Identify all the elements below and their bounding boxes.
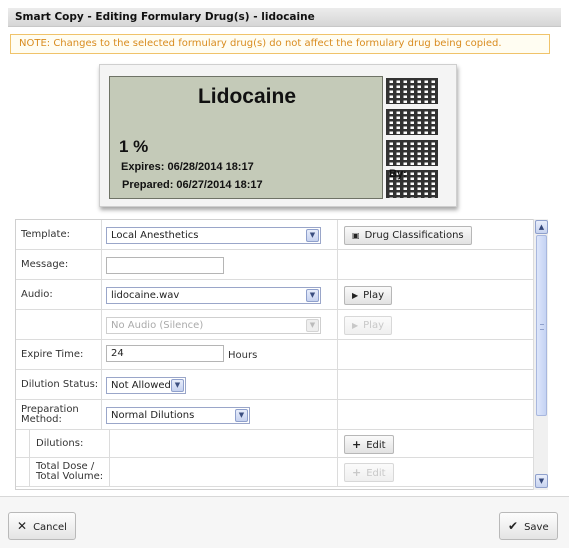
chevron-down-icon: ▼ <box>306 319 319 332</box>
smart-copy-dialog: Smart Copy - Editing Formulary Drug(s) -… <box>0 0 569 548</box>
row-audio-secondary: No Audio (Silence) ▼ ▶ Play <box>16 310 535 340</box>
dilution-status-label: Dilution Status: <box>16 370 102 399</box>
chevron-down-icon: ▼ <box>235 409 248 422</box>
play-secondary-button[interactable]: ▶ Play <box>344 316 393 335</box>
total-dose-edit-button[interactable]: + Edit <box>344 463 394 482</box>
preparation-method-select[interactable]: Normal Dilutions ▼ <box>106 407 250 424</box>
drug-form: Template: Local Anesthetics ▼ ▣ Drug Clas… <box>15 219 548 490</box>
dilutions-edit-button[interactable]: + Edit <box>344 435 394 454</box>
total-dose-label: Total Dose / Total Volume: <box>30 458 110 486</box>
x-icon: ✕ <box>17 519 28 533</box>
play-icon: ▶ <box>352 321 359 330</box>
dilution-status-select[interactable]: Not Allowed ▼ <box>106 377 186 394</box>
label-preview: Lidocaine 1 % Expires: 06/28/2014 18:17 … <box>99 64 457 207</box>
plus-icon: + <box>352 438 362 451</box>
template-select[interactable]: Local Anesthetics ▼ <box>106 227 321 244</box>
expire-time-label: Expire Time: <box>16 340 102 369</box>
barcode-icon <box>386 78 438 104</box>
dilutions-label: Dilutions: <box>30 430 110 457</box>
row-audio: Audio: lidocaine.wav ▼ ▶ Play <box>16 280 535 310</box>
message-input[interactable] <box>106 257 224 274</box>
label-expires: Expires: 06/28/2014 18:17 <box>121 161 254 173</box>
save-button[interactable]: ✔ Save <box>499 512 558 540</box>
audio-select[interactable]: lidocaine.wav ▼ <box>106 287 321 304</box>
image-icon: ▣ <box>352 231 360 240</box>
dialog-footer: ✕ Cancel ✔ Save <box>0 496 569 548</box>
dialog-title: Smart Copy - Editing Formulary Drug(s) -… <box>8 8 561 27</box>
form-scrollbar[interactable]: ▲ ▼ <box>533 219 548 490</box>
scroll-down-icon[interactable]: ▼ <box>535 474 548 488</box>
label-face: Lidocaine 1 % Expires: 06/28/2014 18:17 … <box>109 76 383 199</box>
secondary-audio-select[interactable]: No Audio (Silence) ▼ <box>106 317 321 334</box>
label-prepared: Prepared: 06/27/2014 18:17 <box>122 179 263 191</box>
row-preparation-method: Preparation Method: Normal Dilutions ▼ <box>16 400 535 430</box>
play-button[interactable]: ▶ Play <box>344 286 393 305</box>
chevron-down-icon: ▼ <box>306 289 319 302</box>
expire-time-unit: Hours <box>228 350 258 361</box>
preparation-method-label: Preparation Method: <box>16 400 102 429</box>
play-icon: ▶ <box>352 291 359 300</box>
audio-label: Audio: <box>16 280 102 309</box>
plus-icon: + <box>352 466 362 479</box>
scroll-up-icon[interactable]: ▲ <box>535 220 548 234</box>
check-icon: ✔ <box>508 519 519 533</box>
drug-classifications-button[interactable]: ▣ Drug Classifications <box>344 226 472 245</box>
template-label: Template: <box>16 220 102 249</box>
label-by: By: <box>389 168 407 180</box>
barcode-icon <box>386 140 438 166</box>
message-label: Message: <box>16 250 102 279</box>
barcode-icon <box>386 109 438 135</box>
label-strength: 1 % <box>119 137 149 156</box>
row-total-dose: Total Dose / Total Volume: + Edit <box>16 458 535 487</box>
expire-time-input[interactable]: 24 <box>106 345 224 362</box>
chevron-down-icon: ▼ <box>306 229 319 242</box>
label-drug-name: Lidocaine <box>197 85 297 108</box>
cancel-button[interactable]: ✕ Cancel <box>8 512 76 540</box>
row-template: Template: Local Anesthetics ▼ ▣ Drug Clas… <box>16 220 535 250</box>
note-banner: NOTE: Changes to the selected formulary … <box>10 34 550 54</box>
chevron-down-icon: ▼ <box>171 379 184 392</box>
row-expire-time: Expire Time: 24 Hours <box>16 340 535 370</box>
barcode-group <box>386 78 438 198</box>
row-dilutions: Dilutions: + Edit <box>16 430 535 458</box>
row-message: Message: <box>16 250 535 280</box>
scrollbar-thumb[interactable] <box>536 235 547 416</box>
row-dilution-status: Dilution Status: Not Allowed ▼ <box>16 370 535 400</box>
